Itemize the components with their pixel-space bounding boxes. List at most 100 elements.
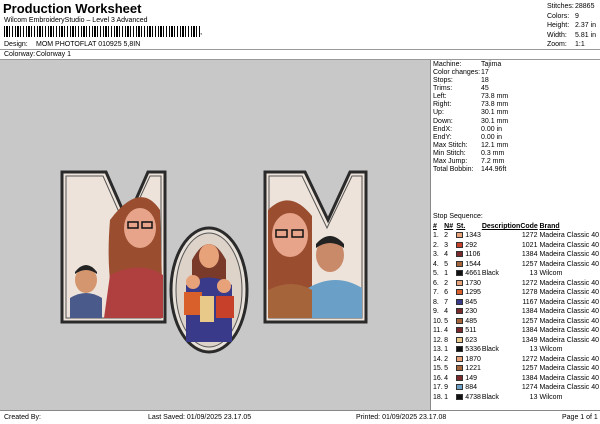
machine-value: 30.1 mm: [481, 109, 509, 117]
seq-index: 1.: [433, 232, 439, 240]
color-swatch: [456, 336, 464, 343]
thread-brand: Madeira Classic 40: [539, 308, 599, 316]
thread-code: 1349: [521, 336, 538, 344]
stitch-count-cell: 292: [456, 241, 481, 251]
stitch-count-cell: 511: [456, 326, 481, 336]
colorway-label: Colorway:: [4, 51, 36, 58]
description: [482, 374, 521, 384]
thread-code: 1384: [521, 327, 538, 335]
stitch-count-cell: 1106: [456, 250, 481, 260]
color-swatch: [456, 355, 464, 362]
design-row: Design: MOM PHOTOFLAT 010925 5,8IN: [4, 41, 140, 48]
stitch-count-cell: 1544: [456, 260, 481, 270]
thread-code: 1257: [521, 365, 538, 373]
table-row: 17. 9 884 1274 Madeira Classic 40: [433, 383, 599, 393]
thread-code: 1274: [521, 384, 538, 392]
color-swatch: [456, 317, 464, 324]
seq-index: 3.: [433, 251, 439, 259]
thread-brand: Madeira Classic 40: [539, 384, 599, 392]
thread-brand: Madeira Classic 40: [539, 327, 599, 335]
table-row: 12. 8 623 1349 Madeira Classic 40: [433, 336, 599, 346]
table-row: 1. 2 1343 1272 Madeira Classic 40: [433, 231, 599, 241]
letter-m-right: [263, 170, 368, 324]
stat-value: 1:1: [575, 41, 585, 49]
seq-index: 16.: [433, 374, 443, 382]
stat-value: 9: [575, 12, 579, 20]
stat-label: Width:: [547, 31, 567, 39]
thread-brand: Wilcom: [539, 346, 563, 354]
machine-value: 12.1 mm: [481, 141, 509, 149]
stitch-count-cell: 623: [456, 336, 481, 346]
needle-number: 5: [444, 365, 449, 373]
seq-index: 9.: [433, 308, 439, 316]
table-row: 3. 4 1106 1384 Madeira Classic 40: [433, 250, 599, 260]
color-swatch: [456, 232, 464, 239]
machine-label: Min Stitch:: [433, 150, 466, 158]
thread-code: 1384: [521, 374, 538, 382]
needle-number: 9: [444, 384, 449, 392]
color-swatch: [456, 298, 464, 305]
stat-label: Height:: [547, 22, 570, 30]
needle-number: 1: [444, 346, 449, 354]
stitch-count: 511: [465, 327, 477, 335]
table-row: 7. 6 1295 1278 Madeira Classic 40: [433, 288, 599, 298]
stat-label: Stitches:: [547, 3, 574, 10]
description: [482, 298, 521, 308]
stat-label: Zoom:: [547, 41, 567, 49]
needle-number: 3: [444, 241, 449, 249]
needle-number: 4: [444, 327, 449, 335]
letter-m-left: [60, 170, 167, 324]
description: Black: [481, 393, 499, 401]
description: [482, 383, 521, 393]
stitch-count: 884: [465, 384, 477, 392]
needle-number: 4: [444, 308, 449, 316]
seq-index: 7.: [433, 289, 439, 297]
description: [482, 260, 521, 270]
stitch-count-cell: 1221: [456, 364, 481, 374]
description: [482, 250, 521, 260]
thread-brand: Madeira Classic 40: [539, 279, 599, 287]
col-header: St.: [456, 223, 466, 230]
machine-value: 144.96ft: [481, 166, 507, 174]
color-swatch: [456, 289, 464, 296]
stitch-count: 1343: [465, 232, 481, 240]
stop-sequence-table: # N# St. Description Code Brand 1. 2 1343…: [433, 222, 599, 402]
stat-label: Colors:: [547, 12, 570, 20]
color-swatch: [456, 327, 464, 334]
barcode-suffix: ,: [200, 27, 203, 36]
color-swatch: [456, 270, 464, 277]
seq-index: 8.: [433, 298, 439, 306]
created-by: Created By:: [4, 414, 41, 421]
machine-label: Max Jump:: [433, 158, 468, 166]
stitch-count: 5336: [465, 346, 481, 354]
thread-code: 13: [529, 270, 538, 278]
description: [482, 326, 521, 336]
thread-brand: Madeira Classic 40: [539, 289, 599, 297]
thread-code: 1167: [522, 298, 538, 306]
stitch-count: 1106: [465, 251, 481, 259]
thread-code: 1272: [521, 355, 538, 363]
stop-sequence-title: Stop Sequence:: [433, 213, 483, 220]
machine-value: 30.1 mm: [481, 117, 509, 125]
description: [482, 307, 521, 317]
table-row: 10. 5 485 1257 Madeira Classic 40: [433, 317, 599, 327]
needle-number: 5: [444, 260, 449, 268]
thread-brand: Madeira Classic 40: [539, 260, 599, 268]
last-saved: Last Saved: 01/09/2025 23.17.05: [148, 414, 252, 421]
col-header: #: [433, 223, 437, 230]
seq-index: 15.: [433, 365, 443, 373]
seq-index: 13.: [433, 346, 443, 354]
description: [482, 231, 521, 241]
thread-code: 1384: [521, 251, 538, 259]
thread-code: 1257: [521, 260, 538, 268]
thread-brand: Madeira Classic 40: [539, 298, 599, 306]
design-stats: Stitches: 28865 Colors: 9 Height: 2.37 in W…: [547, 3, 596, 51]
needle-number: 4: [444, 251, 449, 259]
stitch-count: 292: [465, 241, 477, 249]
machine-value: Tajima: [481, 60, 502, 68]
machine-label: Color changes:: [433, 68, 481, 76]
thread-brand: Madeira Classic 40: [539, 241, 599, 249]
stitch-count-cell: 5336: [456, 345, 481, 355]
seq-index: 18.: [433, 393, 443, 401]
seq-index: 17.: [433, 384, 443, 392]
